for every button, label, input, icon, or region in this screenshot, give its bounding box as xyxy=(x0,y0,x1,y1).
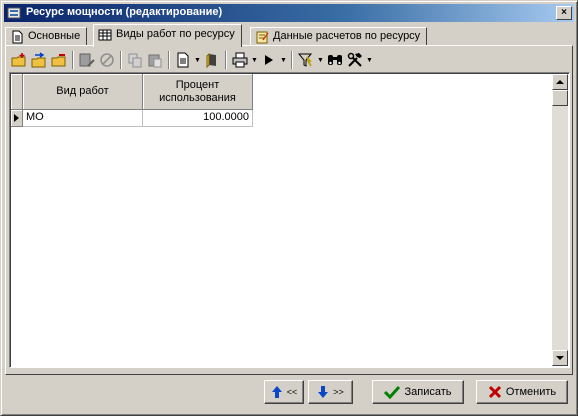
cancel-icon xyxy=(100,53,114,67)
filter-button[interactable] xyxy=(296,50,316,70)
tab-main-label: Основные xyxy=(28,30,81,42)
add-record-button[interactable] xyxy=(9,50,29,70)
vertical-scrollbar[interactable] xyxy=(552,74,568,366)
document-icon xyxy=(177,52,189,68)
delete-record-icon xyxy=(51,54,66,67)
column-header-percent[interactable]: Процент использования xyxy=(143,74,253,110)
print-dropdown-arrow[interactable]: ▼ xyxy=(250,50,259,70)
row-pointer-icon xyxy=(14,114,19,122)
save-button-label: Записать xyxy=(404,386,452,398)
close-button[interactable]: × xyxy=(556,6,572,20)
table-icon xyxy=(98,29,112,41)
tools-button[interactable] xyxy=(345,50,365,70)
cell-work-type[interactable]: МО xyxy=(23,110,143,127)
paste-button[interactable] xyxy=(145,50,165,70)
tab-calc-data-label: Данные расчетов по ресурсу xyxy=(273,30,421,42)
grid-header: Вид работ Процент использования xyxy=(11,74,253,110)
toolbar-separator xyxy=(120,51,122,69)
document-icon xyxy=(12,30,23,44)
add-record-icon xyxy=(11,53,26,67)
current-row-indicator xyxy=(11,110,23,127)
next-record-label: >> xyxy=(333,387,344,397)
tools-dropdown-arrow[interactable]: ▼ xyxy=(365,50,374,70)
cancel-button[interactable]: Отменить xyxy=(476,380,568,404)
tab-calc-data[interactable]: Данные расчетов по ресурсу xyxy=(250,27,428,46)
chevron-down-icon xyxy=(556,356,564,360)
column-header-work-type[interactable]: Вид работ xyxy=(23,74,143,110)
copy-button[interactable] xyxy=(125,50,145,70)
window-title: Ресурс мощности (редактирование) xyxy=(26,6,223,18)
scroll-thumb[interactable] xyxy=(552,90,568,106)
toolbar-separator xyxy=(72,51,74,69)
toolbar: ▼ ▼ ▼ ▼ ▼ xyxy=(9,49,449,71)
edit-button[interactable] xyxy=(77,50,97,70)
document-button[interactable] xyxy=(173,50,193,70)
notebook-icon xyxy=(256,31,269,44)
filter-dropdown-arrow[interactable]: ▼ xyxy=(316,50,325,70)
report-icon xyxy=(206,52,216,68)
tab-main[interactable]: Основные xyxy=(5,27,88,46)
cell-percent[interactable]: 100.0000 xyxy=(143,110,253,127)
filter-icon xyxy=(298,53,313,67)
find-button[interactable] xyxy=(325,50,345,70)
run-button[interactable] xyxy=(259,50,279,70)
arrow-down-icon xyxy=(318,386,329,398)
toolbar-separator xyxy=(168,51,170,69)
report-button[interactable] xyxy=(202,50,222,70)
tab-work-types-label: Виды работ по ресурсу xyxy=(116,28,235,40)
add-copy-button[interactable] xyxy=(29,50,49,70)
toolbar-separator xyxy=(225,51,227,69)
tools-icon xyxy=(347,52,362,67)
copy-icon xyxy=(128,53,142,68)
previous-record-button[interactable]: << xyxy=(264,380,304,404)
cancel-edit-button[interactable] xyxy=(97,50,117,70)
work-types-grid[interactable]: Вид работ Процент использования МО 100.0… xyxy=(9,72,570,368)
arrow-up-icon xyxy=(271,386,282,398)
scroll-down-button[interactable] xyxy=(552,350,568,366)
title-bar[interactable]: Ресурс мощности (редактирование) × xyxy=(4,4,574,22)
previous-record-label: << xyxy=(286,387,298,397)
delete-record-button[interactable] xyxy=(49,50,69,70)
run-icon xyxy=(265,55,273,65)
cancel-button-label: Отменить xyxy=(505,386,557,398)
close-icon xyxy=(488,385,501,399)
next-record-button[interactable]: >> xyxy=(308,380,353,404)
find-icon xyxy=(328,55,342,65)
dialog-window: Ресурс мощности (редактирование) × Основ… xyxy=(0,0,578,416)
scroll-up-button[interactable] xyxy=(552,74,568,90)
row-indicator-header xyxy=(11,74,23,110)
add-copy-icon xyxy=(31,52,46,68)
chevron-up-icon xyxy=(556,80,564,84)
tab-strip: Основные Виды работ по ресурсу Данные ра… xyxy=(5,24,573,47)
print-icon xyxy=(232,52,248,68)
toolbar-separator xyxy=(291,51,293,69)
save-button[interactable]: Записать xyxy=(372,380,464,404)
table-row[interactable]: МО 100.0000 xyxy=(11,110,253,127)
tab-work-types[interactable]: Виды работ по ресурсу xyxy=(93,24,242,47)
app-icon xyxy=(7,7,21,19)
print-button[interactable] xyxy=(230,50,250,70)
paste-icon xyxy=(148,54,162,68)
document-dropdown-arrow[interactable]: ▼ xyxy=(193,50,202,70)
edit-icon xyxy=(79,53,95,67)
checkmark-icon xyxy=(384,385,401,399)
run-dropdown-arrow[interactable]: ▼ xyxy=(279,50,288,70)
